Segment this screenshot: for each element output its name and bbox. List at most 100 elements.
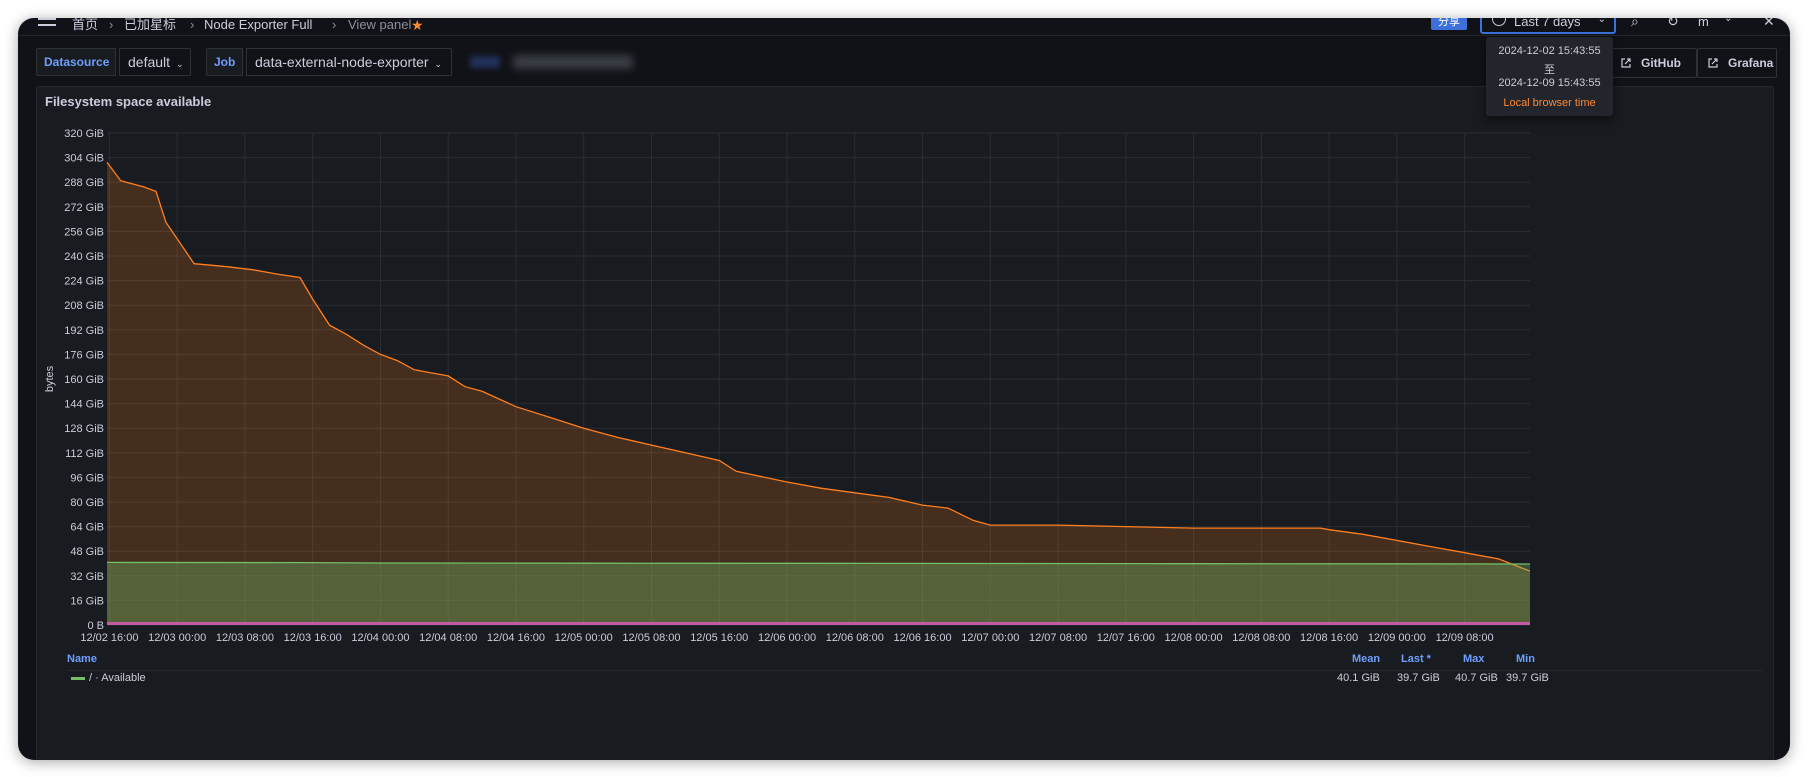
- y-tick-label: 208 GiB: [64, 300, 104, 312]
- timeseries-chart[interactable]: 0 B 16 GiB 32 GiB 48 GiB 64 GiB 80 GiB 96 GiB 1…: [37, 87, 1775, 647]
- x-tick-label: 12/09 08:00: [1436, 632, 1494, 644]
- chevron-down-icon: ⌄: [434, 59, 443, 69]
- breadcrumb-separator: ›: [109, 18, 114, 32]
- y-tick-label: 112 GiB: [65, 448, 104, 460]
- y-tick-label: 192 GiB: [64, 325, 104, 337]
- x-tick-label: 12/07 08:00: [1029, 632, 1087, 644]
- x-tick-label: 12/05 00:00: [555, 632, 613, 644]
- time-range-tooltip: 2024-12-02 15:43:55 至 2024-12-09 15:43:5…: [1486, 37, 1613, 116]
- legend-col-last[interactable]: Last *: [1401, 653, 1431, 665]
- menu-icon[interactable]: [38, 18, 56, 26]
- github-label: GitHub: [1641, 56, 1681, 70]
- legend-divider: [67, 670, 1763, 671]
- y-tick-label: 32 GiB: [70, 571, 104, 583]
- y-tick-label: 320 GiB: [64, 128, 104, 140]
- breadcrumb-current: View panel: [348, 18, 412, 32]
- host-select-redacted[interactable]: [513, 55, 633, 69]
- x-tick-label: 12/02 16:00: [80, 632, 138, 644]
- y-tick-label: 64 GiB: [70, 522, 104, 534]
- y-tick-label: 0 B: [87, 620, 104, 632]
- legend-col-name[interactable]: Name: [67, 653, 97, 665]
- y-tick-label: 256 GiB: [64, 226, 104, 238]
- series-area-1: [107, 562, 1530, 625]
- close-icon[interactable]: ✕: [1763, 18, 1775, 28]
- y-tick-label: 240 GiB: [64, 251, 104, 263]
- x-tick-label: 12/08 08:00: [1232, 632, 1290, 644]
- x-tick-label: 12/04 00:00: [351, 632, 409, 644]
- star-icon[interactable]: ★: [411, 18, 424, 32]
- tooltip-to: 2024-12-09 15:43:55: [1498, 77, 1601, 89]
- x-tick-label: 12/07 00:00: [961, 632, 1019, 644]
- y-tick-label: 160 GiB: [64, 374, 104, 386]
- x-tick-label: 12/08 00:00: [1165, 632, 1223, 644]
- host-label-redacted: [470, 56, 500, 68]
- y-axis-label: bytes: [44, 365, 56, 392]
- time-range-picker[interactable]: Last 7 days ⌄: [1480, 18, 1616, 34]
- grafana-label: Grafana: [1728, 56, 1774, 70]
- x-tick-label: 12/05 16:00: [690, 632, 748, 644]
- x-tick-label: 12/03 08:00: [216, 632, 274, 644]
- x-tick-label: 12/06 00:00: [758, 632, 816, 644]
- y-tick-label: 48 GiB: [70, 546, 104, 558]
- x-tick-label: 12/07 16:00: [1097, 632, 1155, 644]
- refresh-icon[interactable]: ↻: [1667, 18, 1679, 28]
- share-button[interactable]: 分享: [1431, 18, 1467, 30]
- y-tick-label: 224 GiB: [64, 276, 104, 288]
- user-menu[interactable]: m: [1698, 18, 1709, 28]
- x-tick-label: 12/09 00:00: [1368, 632, 1426, 644]
- x-tick-label: 12/08 16:00: [1300, 632, 1358, 644]
- legend-col-mean[interactable]: Mean: [1352, 653, 1380, 665]
- external-link-icon: [1708, 58, 1718, 68]
- datasource-label: Datasource: [36, 48, 116, 76]
- tooltip-timezone: Local browser time: [1503, 97, 1596, 109]
- legend-last: 39.7 GiB: [1397, 672, 1440, 684]
- tooltip-from: 2024-12-02 15:43:55: [1498, 45, 1601, 57]
- legend-max: 40.7 GiB: [1455, 672, 1498, 684]
- x-tick-label: 12/03 16:00: [284, 632, 342, 644]
- y-tick-label: 16 GiB: [70, 595, 104, 607]
- x-tick-label: 12/05 08:00: [622, 632, 680, 644]
- chevron-down-icon: ⌄: [1597, 18, 1606, 25]
- x-tick-label: 12/06 08:00: [826, 632, 884, 644]
- datasource-value: default: [128, 54, 171, 70]
- chevron-down-icon: ⌄: [176, 59, 184, 69]
- job-value: data-external-node-exporter: [255, 54, 429, 70]
- breadcrumb-home[interactable]: 首页: [72, 18, 98, 31]
- breadcrumb-dashboard[interactable]: Node Exporter Full: [204, 18, 312, 31]
- legend-col-max[interactable]: Max: [1463, 653, 1484, 665]
- grafana-window: 首页 › 已加星标 › Node Exporter Full › View pa…: [18, 18, 1790, 760]
- legend-series-name[interactable]: / · Available: [89, 672, 146, 684]
- chevron-down-icon: ⌄: [1724, 18, 1733, 24]
- x-tick-label: 12/06 16:00: [893, 632, 951, 644]
- breadcrumb-separator: ›: [190, 18, 195, 32]
- y-tick-label: 96 GiB: [70, 472, 104, 484]
- x-tick-label: 12/04 08:00: [419, 632, 477, 644]
- x-tick-label: 12/04 16:00: [487, 632, 545, 644]
- github-link-button[interactable]: GitHub: [1610, 48, 1697, 78]
- legend-header: Name Mean Last * Max Min: [37, 653, 1773, 669]
- datasource-select[interactable]: default ⌄: [119, 48, 191, 76]
- legend-series-color: [71, 677, 85, 680]
- panel: Filesystem space available 0 B 16 GiB 32 G…: [36, 86, 1774, 760]
- y-tick-label: 80 GiB: [70, 497, 104, 509]
- legend-row[interactable]: / · Available 40.1 GiB 39.7 GiB 40.7 GiB…: [37, 672, 1773, 688]
- breadcrumb-separator: ›: [332, 18, 337, 32]
- external-link-icon: [1621, 58, 1631, 68]
- tooltip-to-word: 至: [1544, 64, 1555, 76]
- top-navbar: 首页 › 已加星标 › Node Exporter Full › View pa…: [18, 18, 1790, 36]
- y-tick-label: 128 GiB: [64, 423, 104, 435]
- y-tick-label: 272 GiB: [64, 202, 104, 214]
- time-range-label: Last 7 days: [1514, 18, 1581, 29]
- grafana-link-button[interactable]: Grafana: [1697, 48, 1777, 78]
- y-tick-label: 304 GiB: [64, 153, 104, 165]
- y-tick-label: 144 GiB: [64, 399, 104, 411]
- legend-col-min[interactable]: Min: [1516, 653, 1535, 665]
- clock-icon: [1492, 18, 1506, 26]
- zoom-out-icon[interactable]: ⌕: [1631, 18, 1639, 28]
- job-label: Job: [206, 48, 243, 76]
- y-tick-label: 176 GiB: [64, 349, 104, 361]
- breadcrumb-starred[interactable]: 已加星标: [124, 18, 176, 31]
- legend-min: 39.7 GiB: [1506, 672, 1549, 684]
- job-select[interactable]: data-external-node-exporter ⌄: [246, 48, 452, 76]
- x-tick-label: 12/03 00:00: [148, 632, 206, 644]
